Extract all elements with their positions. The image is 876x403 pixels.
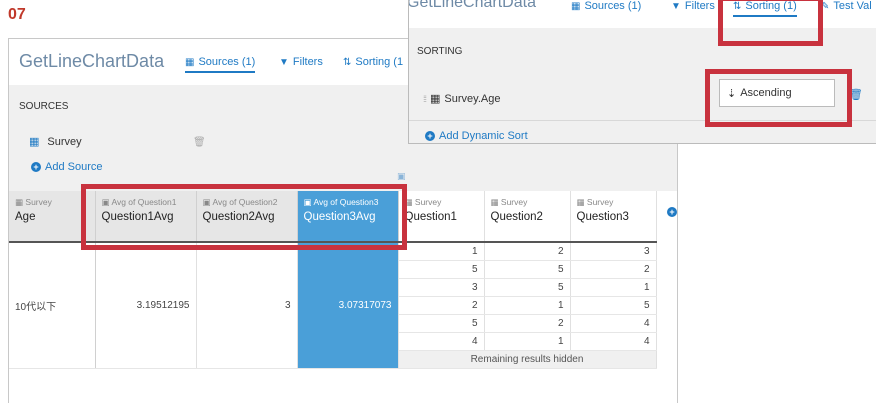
- cell: 4: [570, 314, 657, 333]
- column-source: ▦ Survey: [490, 197, 528, 207]
- add-dynamic-sort-button[interactable]: + Add Dynamic Sort: [425, 130, 528, 142]
- add-source-button[interactable]: + Add Source: [31, 161, 102, 173]
- cell: 4: [570, 332, 657, 351]
- cell-question2avg: 3: [196, 242, 298, 369]
- grid-icon: ▦: [571, 0, 581, 12]
- tab-sources[interactable]: ▦ Sources (1): [185, 56, 256, 73]
- add-column-button[interactable]: +: [667, 207, 677, 217]
- column-name: Age: [15, 211, 36, 223]
- drag-handle-icon[interactable]: ⁞⁞: [423, 94, 427, 104]
- cell-question3avg: 3.07317073: [297, 242, 399, 369]
- column-name: Question2: [490, 211, 543, 223]
- cell: 5: [484, 260, 571, 279]
- plus-circle-icon: +: [31, 162, 41, 172]
- cell: 3: [398, 278, 485, 297]
- cell: 1: [484, 296, 571, 315]
- cell: 5: [398, 314, 485, 333]
- table-grid-icon: ▦: [430, 93, 441, 105]
- column-source: ▦ Survey: [576, 197, 614, 207]
- cell: 5: [484, 278, 571, 297]
- cell: 2: [484, 314, 571, 333]
- query-title: GetLineChartData: [19, 51, 165, 71]
- column-name: Question1: [404, 211, 457, 223]
- tab-filters-label: Filters: [684, 0, 715, 12]
- funnel-icon: ▼: [279, 56, 289, 68]
- column-header-question1[interactable]: ▦ Survey Question1: [398, 191, 485, 243]
- delete-source-icon[interactable]: 🗑: [193, 137, 206, 148]
- sort-field-label: Survey.Age: [444, 92, 501, 105]
- table-grid-icon: ▦: [29, 136, 40, 148]
- tab-sources-label: Sources (1): [584, 0, 642, 12]
- tab-test-values[interactable]: ✎ Test Val: [821, 0, 872, 12]
- tab-filters[interactable]: ▼ Filters: [671, 0, 715, 12]
- column-header-question3[interactable]: ▦ Survey Question3: [570, 191, 657, 243]
- highlight-avg-columns: [81, 184, 407, 250]
- add-source-label: Add Source: [45, 161, 103, 173]
- grid-icon: ▦: [185, 56, 195, 68]
- column-name: Question3: [576, 211, 629, 223]
- cell: 3: [570, 242, 657, 261]
- step-number: 07: [8, 6, 26, 23]
- cell: 5: [398, 260, 485, 279]
- highlight-sort-order: [705, 69, 852, 127]
- cell-question1avg: 3.19512195: [95, 242, 197, 369]
- tab-filters-label: Filters: [292, 56, 323, 68]
- tab-sources[interactable]: ▦ Sources (1): [571, 0, 641, 12]
- funnel-icon: ▼: [671, 0, 681, 12]
- cell: 1: [484, 332, 571, 351]
- add-dynamic-sort-label: Add Dynamic Sort: [439, 130, 528, 142]
- sort-icon: ⇅: [343, 56, 352, 68]
- tab-sources-label: Sources (1): [198, 56, 256, 68]
- cell: 1: [398, 242, 485, 261]
- cell: 2: [484, 242, 571, 261]
- sort-item[interactable]: ⁞⁞ ▦ Survey.Age: [423, 92, 501, 106]
- cell: 4: [398, 332, 485, 351]
- sources-heading: SOURCES: [19, 101, 69, 112]
- tab-sorting[interactable]: ⇅ Sorting (1: [343, 56, 403, 68]
- remaining-results-hidden: Remaining results hidden: [398, 350, 657, 369]
- column-header-question2[interactable]: ▦ Survey Question2: [484, 191, 571, 243]
- highlight-sorting-tab: [718, 0, 823, 46]
- filter-icon[interactable]: ▣: [397, 171, 406, 182]
- sorting-heading: SORTING: [417, 46, 463, 57]
- plus-circle-icon: +: [425, 131, 435, 141]
- tab-sorting-label: Sorting (1: [355, 56, 404, 68]
- cell: 1: [570, 278, 657, 297]
- cell: 5: [570, 296, 657, 315]
- query-title: GetLineChartData: [408, 0, 536, 11]
- cell: 2: [398, 296, 485, 315]
- source-item-label: Survey: [47, 135, 82, 148]
- tab-test-values-label: Test Val: [833, 0, 872, 12]
- cell: 2: [570, 260, 657, 279]
- column-source: ▦ Survey: [404, 197, 442, 207]
- cell-age: 10代以下: [9, 242, 96, 369]
- tab-filters[interactable]: ▼ Filters: [279, 56, 323, 68]
- column-source: ▦ Survey: [15, 197, 52, 207]
- source-item[interactable]: ▦ Survey: [29, 135, 82, 149]
